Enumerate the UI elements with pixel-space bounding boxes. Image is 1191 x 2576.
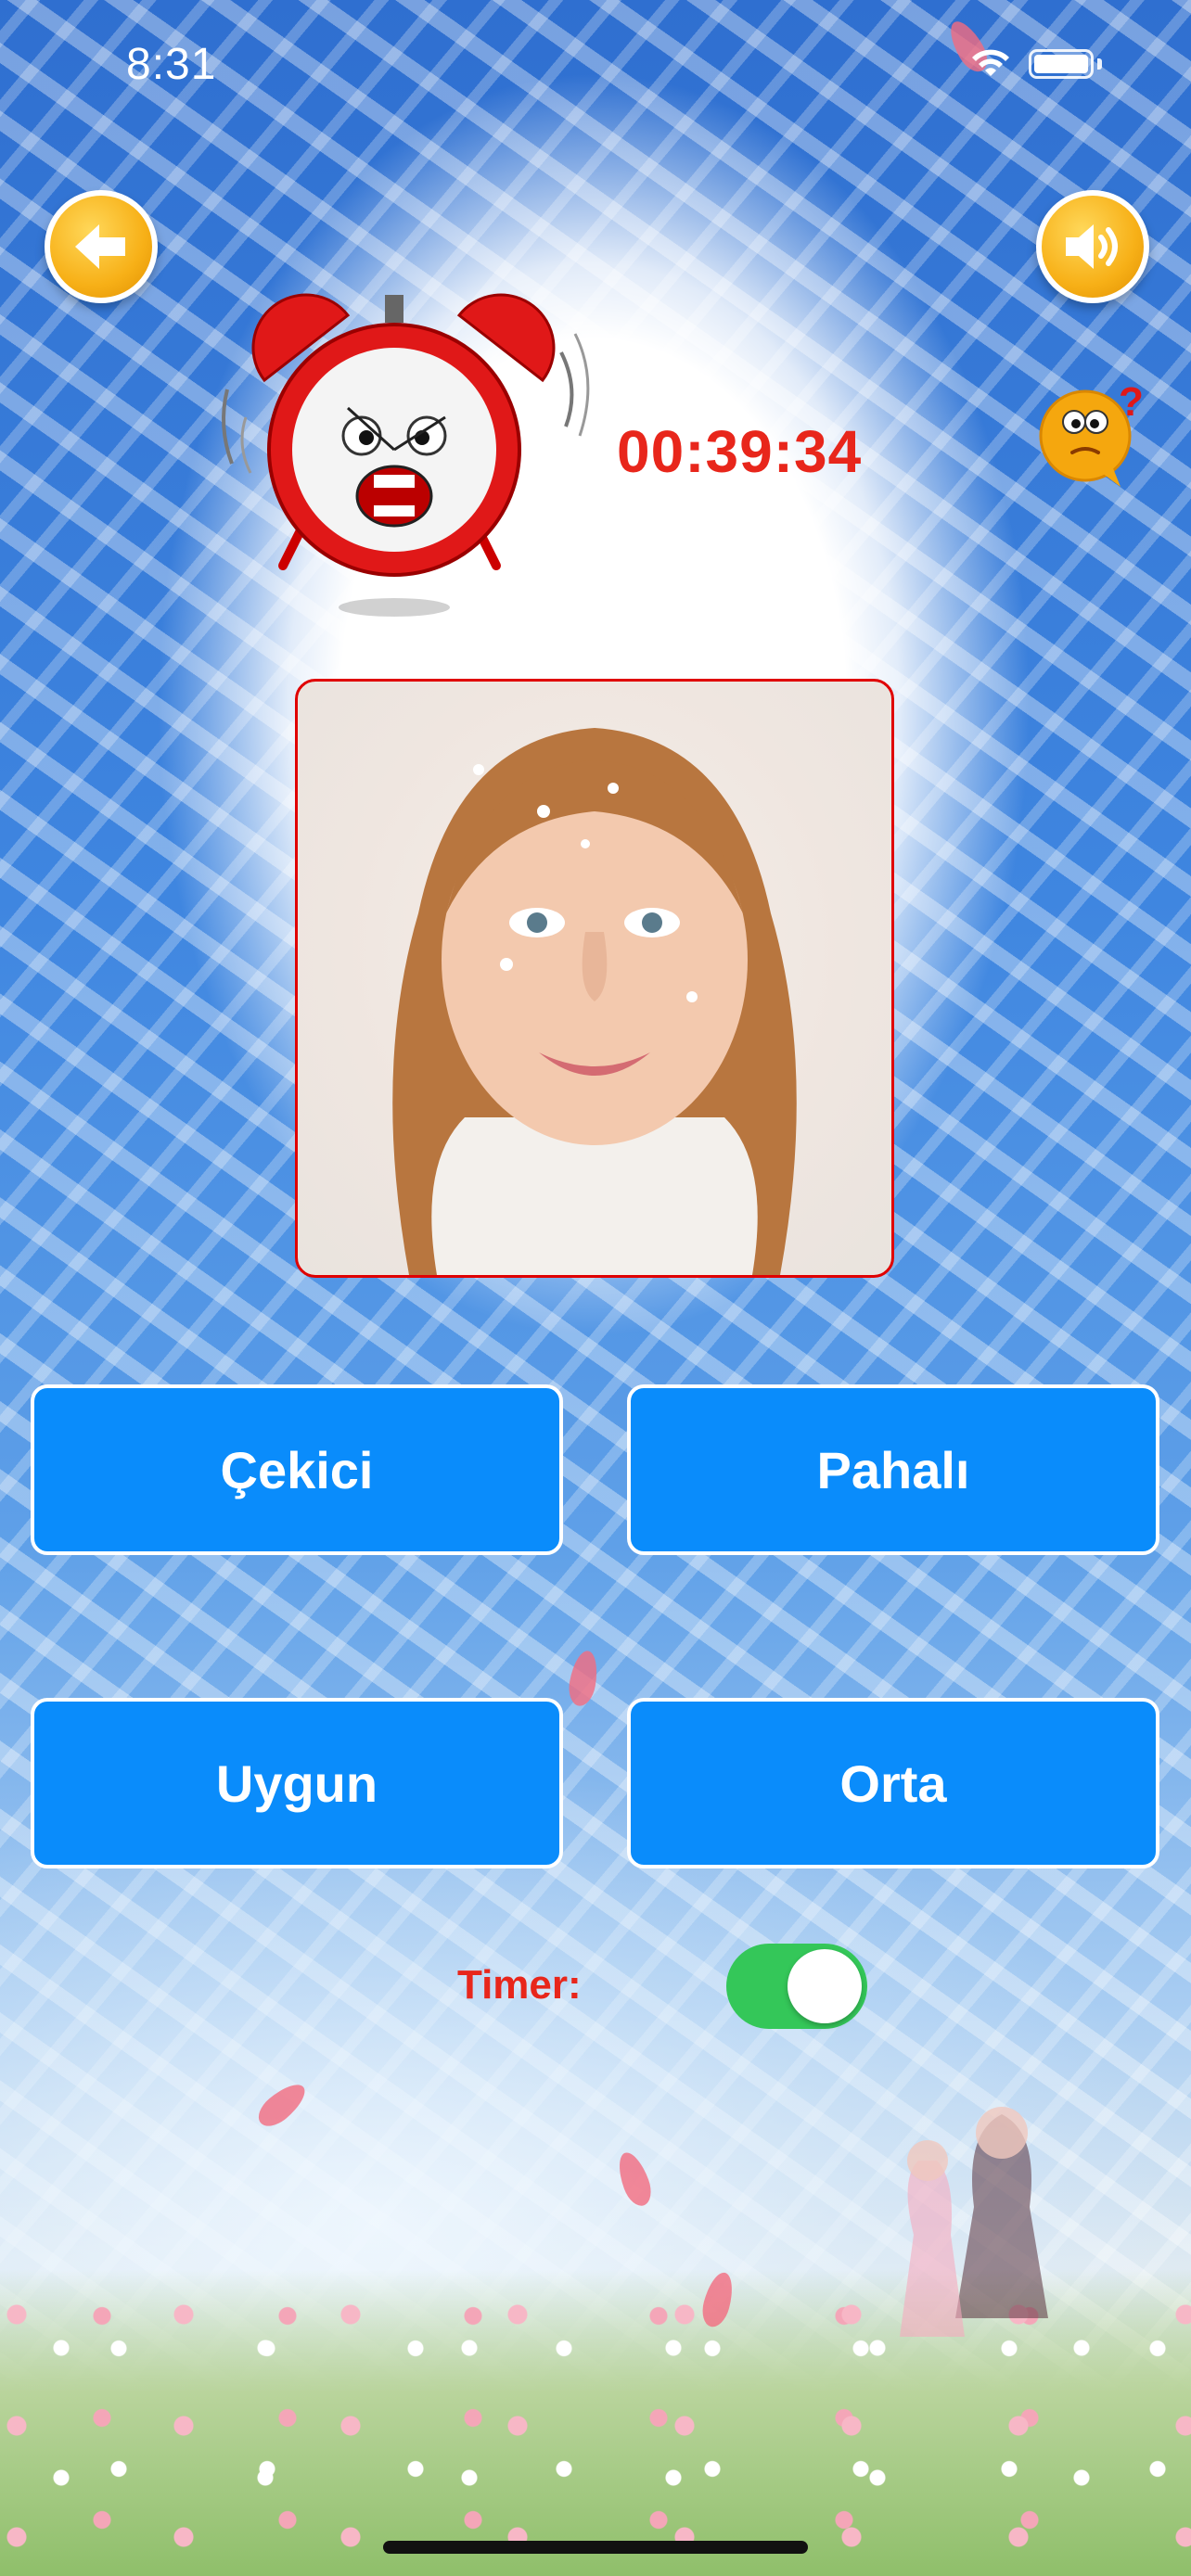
question-photo: [295, 679, 894, 1278]
timer-toggle[interactable]: [726, 1944, 867, 2029]
anime-girls-illustration: [900, 2107, 1048, 2337]
home-indicator: [383, 2541, 808, 2554]
answer-button-3[interactable]: Uygun: [31, 1698, 563, 1868]
svg-text:?: ?: [1119, 379, 1144, 425]
petal-decoration: [566, 1649, 601, 1708]
wifi-icon: [972, 49, 1009, 76]
alarm-clock-icon: [222, 293, 590, 617]
battery-icon: [1029, 49, 1094, 79]
portrait-image: [392, 728, 797, 1275]
speaker-icon: [1066, 224, 1118, 269]
answer-button-4[interactable]: Orta: [627, 1698, 1159, 1868]
question-emoji-icon[interactable]: ?: [1037, 371, 1148, 491]
toggle-knob: [788, 1949, 862, 2023]
answer-button-2[interactable]: Pahalı: [627, 1384, 1159, 1555]
answer-button-1[interactable]: Çekici: [31, 1384, 563, 1555]
petal-decoration: [612, 2149, 657, 2210]
back-arrow-icon: [75, 224, 125, 269]
battery-tip: [1097, 58, 1102, 70]
back-button[interactable]: [45, 190, 158, 303]
status-bar-time: 8:31: [126, 40, 217, 89]
timer-toggle-label: Timer:: [457, 1962, 582, 2008]
countdown-timer: 00:39:34: [617, 418, 863, 485]
petal-decoration: [252, 2076, 312, 2134]
status-bar-icons: [969, 48, 1102, 80]
sound-button[interactable]: [1036, 190, 1149, 303]
